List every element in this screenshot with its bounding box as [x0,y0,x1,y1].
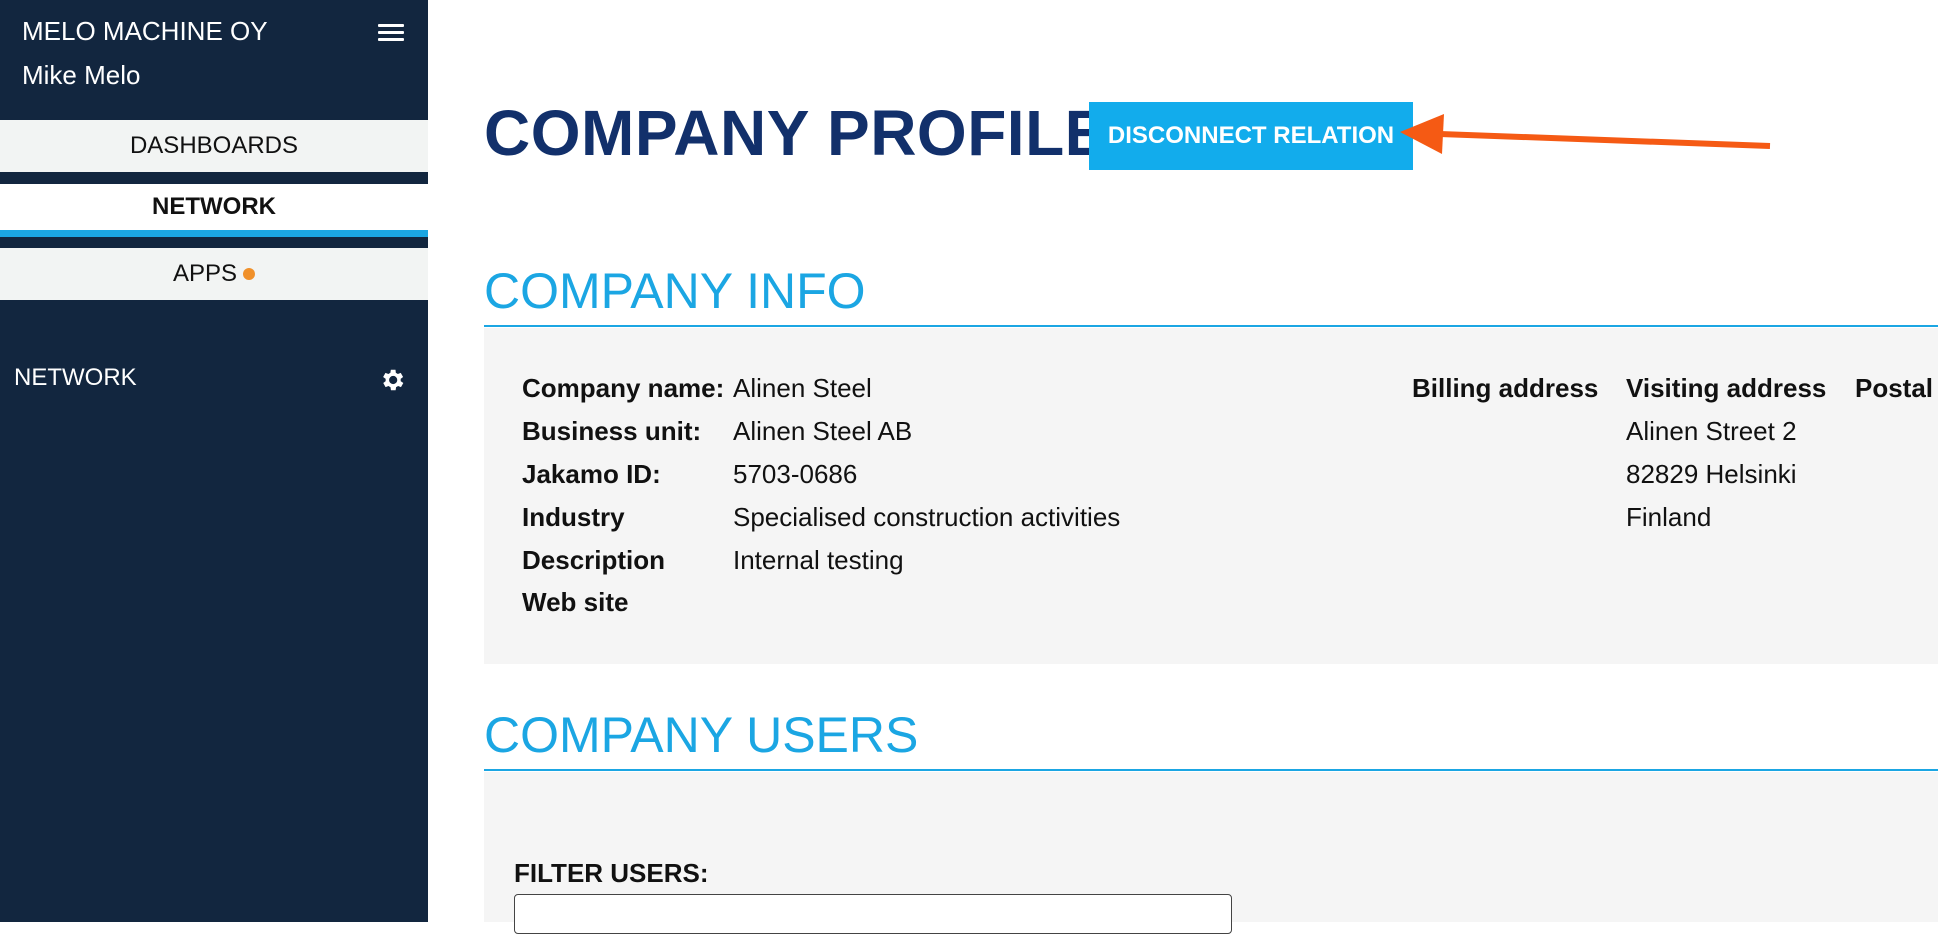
field-value: Specialised construction activities [733,502,1121,532]
gear-icon[interactable] [378,366,406,394]
filter-users-label: FILTER USERS: [514,858,709,888]
nav-item-dashboards[interactable]: DASHBOARDS [0,120,428,172]
field-label: Business unit: [522,416,702,446]
field-label: Industry [522,502,625,532]
info-row-web-site: Web site [522,587,628,618]
section-divider [484,325,1938,327]
visiting-address-line: Finland [1626,502,1712,532]
nav-item-label: APPS [172,260,238,287]
field-value: Alinen Steel AB [733,416,913,446]
org-name: MELO MACHINE OY [22,16,268,46]
visiting-address-line: 82829 Helsinki [1626,459,1797,489]
nav-item-network[interactable]: NETWORK [0,184,428,230]
field-label: Company name: [522,373,725,403]
page-title: COMPANY PROFILE [484,97,1108,169]
annotation-arrow-icon [1400,114,1771,154]
info-row-industry: Industry [522,502,625,533]
info-row-description: Description [522,545,665,576]
billing-address-heading: Billing address [1412,373,1599,403]
hamburger-menu-icon[interactable] [378,24,404,44]
nav-item-label: DASHBOARDS [129,132,299,159]
notification-dot-icon [243,268,256,280]
field-label: Web site [522,587,629,617]
section-divider [484,769,1938,771]
visiting-address-heading: Visiting address [1626,373,1827,403]
nav-item-label: NETWORK [152,193,276,220]
info-row-company-name: Company name: [522,373,724,404]
field-label: Jakamo ID: [522,459,661,489]
nav-item-apps[interactable]: APPS [0,248,428,300]
field-value: Alinen Steel [733,373,872,403]
sidebar: MELO MACHINE OY Mike Melo DASHBOARDS NET… [0,0,428,922]
user-name: Mike Melo [22,60,141,90]
active-nav-indicator [0,230,428,237]
field-label: Description [522,545,666,575]
sidebar-section-network: NETWORK [14,364,137,391]
visiting-address-line: Alinen Street 2 [1626,416,1797,446]
field-value: 5703-0686 [733,459,858,489]
field-value: Internal testing [733,545,904,575]
company-users-heading: COMPANY USERS [484,707,919,763]
info-row-jakamo-id: Jakamo ID: [522,459,661,490]
disconnect-relation-button[interactable]: DISCONNECT RELATION [1089,102,1413,170]
postal-address-heading: Postal [1855,373,1934,403]
info-row-business-unit: Business unit: [522,416,701,447]
company-info-heading: COMPANY INFO [484,263,866,319]
filter-users-input[interactable] [514,894,1232,934]
